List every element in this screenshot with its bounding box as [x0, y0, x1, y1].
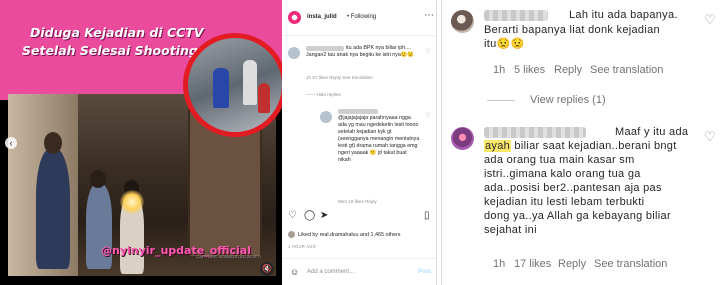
- see-translation-link[interactable]: See translation: [590, 64, 663, 76]
- post-video[interactable]: Diduga Kejadian di CCTV Setelah Selesai …: [0, 0, 282, 285]
- comment-line: Maaf y itu ada: [615, 126, 689, 138]
- see-translation-link[interactable]: See translation: [594, 258, 667, 270]
- comment-line: Berarti bapanya liat donk kejadian: [484, 24, 660, 36]
- video-headline-line1: Diduga Kejadian di CCTV: [30, 25, 204, 40]
- reply-avatar[interactable]: [320, 111, 332, 123]
- cctv-figure-blue: [213, 68, 229, 108]
- add-comment-input[interactable]: Add a comment...: [307, 269, 354, 275]
- add-comment-bar: ☺ Add a comment... Post: [282, 258, 436, 285]
- scene-person-adult-head: [44, 132, 62, 154]
- liked-by-text[interactable]: Liked by real.dramahaluu and 1,465 other…: [298, 232, 401, 238]
- comment-line: dong ya..ya Allah ga kebayang biliar: [484, 210, 671, 222]
- emoji-icon[interactable]: ☺: [290, 267, 299, 277]
- highlighted-word: ayah: [484, 140, 512, 152]
- comment-line: kejadian itu lesti lebam terbukti: [484, 196, 645, 208]
- cctv-figure-white: [243, 60, 257, 105]
- zoomed-comments-panel: Lah itu ada bapanya. ♡ Berarti bapanya l…: [441, 0, 720, 285]
- reply-link[interactable]: Reply: [558, 258, 586, 270]
- blurred-username: [484, 10, 548, 21]
- cctv-inset-circle: [183, 33, 282, 137]
- share-paper-plane-icon[interactable]: ➤: [320, 210, 328, 221]
- scene-person-child-head: [90, 170, 106, 188]
- comment-line: ayah biliar saat kejadian..berani bngt: [484, 139, 677, 153]
- comment-text: itu ada BPK nya biliar iph.... Jangan2 t…: [306, 45, 415, 58]
- video-headline-line2: Setelah Selesai Shooting ini: [22, 43, 220, 58]
- comment-line: istri..gimana kalo orang tua ga: [484, 168, 641, 180]
- previous-arrow-icon[interactable]: ‹: [5, 137, 17, 149]
- blurred-username: [338, 109, 378, 114]
- comment-line: sejahat ini: [484, 224, 537, 236]
- more-options-icon[interactable]: ⋯: [424, 10, 434, 21]
- comment-line-rest: biliar saat kejadian..berani bngt: [511, 140, 677, 152]
- hide-replies-link[interactable]: —— Hide replies: [306, 92, 341, 97]
- scene-candle-glow: [120, 190, 144, 214]
- commenter-avatar[interactable]: [451, 10, 474, 33]
- avatar[interactable]: [288, 11, 301, 24]
- comment-bubble-icon[interactable]: ◯: [304, 210, 315, 221]
- reply-link[interactable]: Reply: [554, 64, 582, 76]
- video-credit: CAPTURE:NONADELAILALISTI: [196, 254, 261, 259]
- post-sidebar: insta_julid • Following ⋯ itu ada BPK ny…: [282, 0, 436, 285]
- like-reply-heart-icon[interactable]: ♡: [425, 112, 430, 119]
- post-comment-button[interactable]: Post: [418, 269, 431, 275]
- comment-line: Lah itu ada bapanya.: [569, 9, 678, 21]
- like-comment-heart-icon[interactable]: ♡: [425, 48, 430, 55]
- reply-meta[interactable]: 56m 19 likes Reply: [338, 199, 377, 204]
- comment-likes[interactable]: 17 likes: [514, 258, 551, 270]
- comment-meta[interactable]: 1h 57 likes Reply See translation: [306, 75, 373, 80]
- like-heart-icon[interactable]: ♡: [288, 210, 297, 221]
- comment-time: 1h: [493, 64, 506, 76]
- post-time-ago: 1 HOUR AGO: [288, 244, 317, 249]
- view-replies-link[interactable]: View replies (1): [530, 94, 606, 106]
- cctv-figure-red: [258, 83, 270, 113]
- save-bookmark-icon[interactable]: ▯: [424, 210, 430, 221]
- commenter-avatar[interactable]: [451, 127, 474, 150]
- mute-icon[interactable]: 🔇: [260, 262, 274, 276]
- following-label[interactable]: • Following: [347, 14, 376, 20]
- like-comment-heart-icon[interactable]: ♡: [704, 12, 716, 28]
- view-replies-divider: [487, 100, 515, 101]
- comment-line: ada..posisi ber2..pantesan aja pas: [484, 182, 662, 194]
- comment-line: itu😟😟: [484, 38, 525, 50]
- scene-person-adult: [36, 149, 70, 269]
- post-header: insta_julid • Following ⋯: [282, 0, 436, 36]
- instagram-post-panel: Diduga Kejadian di CCTV Setelah Selesai …: [0, 0, 437, 285]
- comment-time: 1h: [493, 258, 506, 270]
- blurred-username: [484, 127, 586, 138]
- post-username[interactable]: insta_julid: [307, 14, 337, 20]
- comment-line: ada orang tua main kasar sm: [484, 154, 635, 166]
- commenter-avatar[interactable]: [288, 47, 300, 59]
- liker-avatar: [288, 231, 295, 238]
- reply-text: @jajajajajaja parahnyaaa ngga ada yg mau…: [338, 115, 420, 163]
- comment-likes[interactable]: 5 likes: [514, 64, 545, 76]
- like-comment-heart-icon[interactable]: ♡: [704, 129, 716, 145]
